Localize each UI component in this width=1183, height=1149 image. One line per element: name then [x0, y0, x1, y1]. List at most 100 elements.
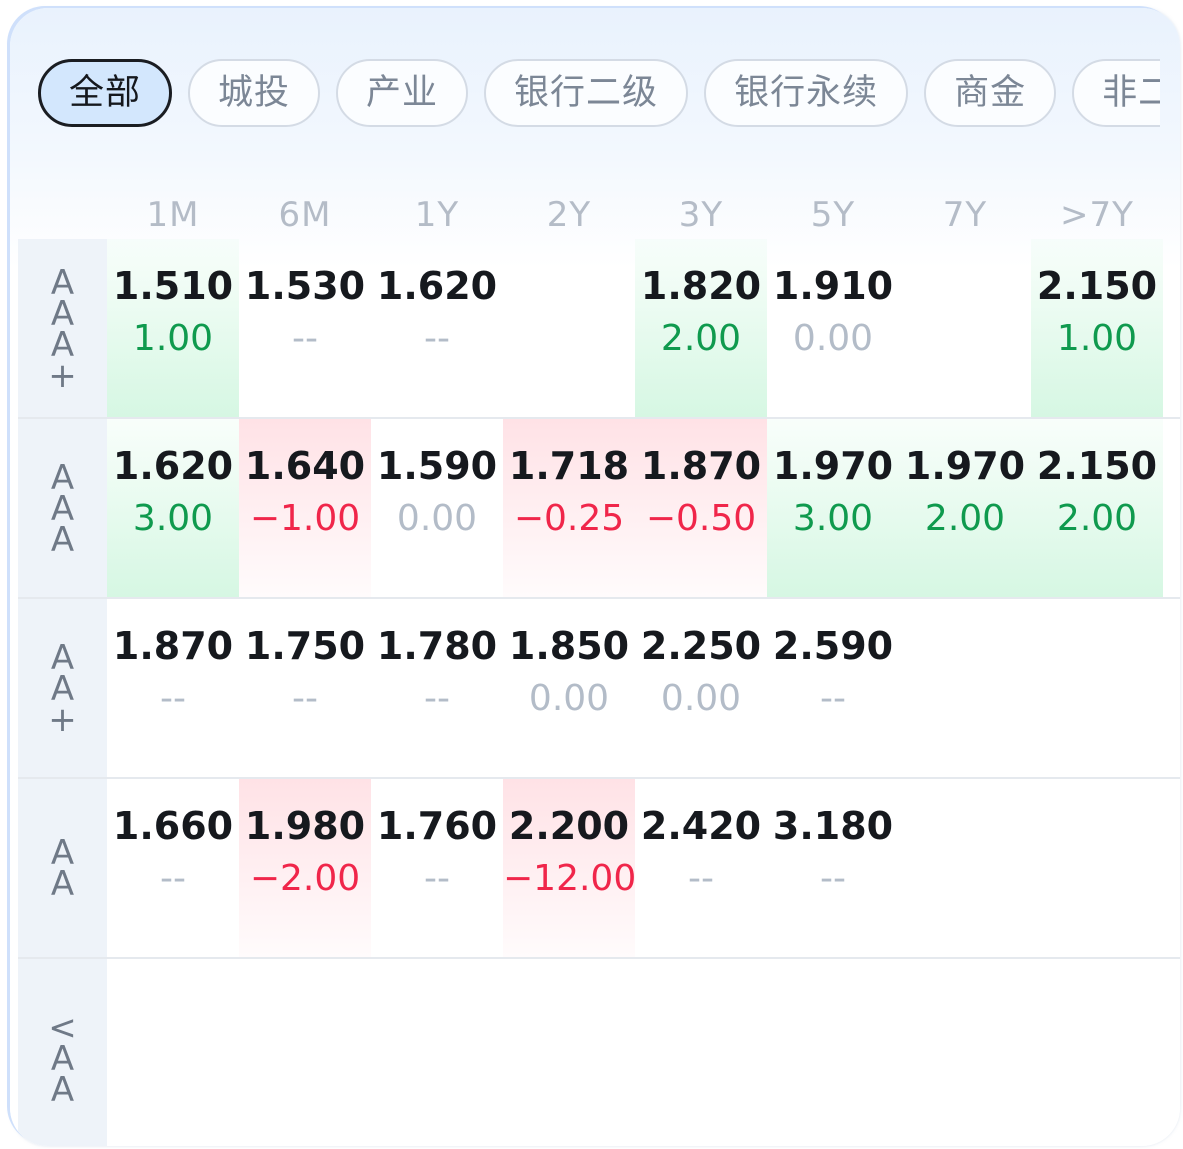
yield-change: 0.00: [396, 498, 478, 539]
tab-5[interactable]: 商金: [924, 59, 1057, 127]
yield-change: 3.00: [132, 498, 214, 539]
yield-cell[interactable]: 1.820 2.00: [635, 239, 767, 417]
column-header[interactable]: 7Y: [899, 195, 1031, 235]
rating-label: AAA: [18, 419, 107, 599]
yield-value: 1.620: [376, 264, 498, 308]
column-header[interactable]: 5Y: [767, 195, 899, 235]
yield-cell[interactable]: 1.620 3.00: [107, 419, 239, 597]
yield-value: 2.420: [640, 804, 762, 848]
yield-change: −12.00: [503, 858, 637, 899]
yield-change: --: [160, 678, 186, 719]
yield-change: --: [292, 678, 318, 719]
yield-cell[interactable]: 1.870 --: [107, 599, 239, 777]
yield-cell[interactable]: 1.980 −2.00: [239, 779, 371, 957]
yield-change: 0.00: [528, 678, 610, 719]
yield-value: 1.820: [640, 264, 762, 308]
yield-change: --: [424, 858, 450, 899]
rating-label: A A +: [18, 599, 107, 779]
yield-value: 1.870: [640, 444, 762, 488]
yield-value: 1.620: [112, 444, 234, 488]
tab-1[interactable]: 城投: [188, 59, 321, 127]
yield-cell[interactable]: 1.780 --: [371, 599, 503, 777]
yield-cell[interactable]: 1.640 −1.00: [239, 419, 371, 597]
yield-cell[interactable]: 1.870 −0.50: [635, 419, 767, 597]
row-divider: [18, 957, 1180, 959]
yield-value: 1.970: [772, 444, 894, 488]
yield-value: 1.530: [244, 264, 366, 308]
yield-value: 1.910: [772, 264, 894, 308]
yield-matrix-card: 全部 城投 产业 银行二级 银行永续 商金 非二 1M 6M 1Y 2Y 3Y 5Y 7Y >7Y A A A +…: [10, 8, 1180, 1146]
yield-value: 3.180: [772, 804, 894, 848]
yield-cell[interactable]: 2.200 −12.00: [503, 779, 637, 957]
rating-label: AA: [18, 779, 107, 959]
yield-change: −1.00: [249, 498, 361, 539]
yield-cell[interactable]: 1.530 --: [239, 239, 371, 417]
yield-cell[interactable]: 1.850 0.00: [503, 599, 635, 777]
yield-value: 1.660: [112, 804, 234, 848]
yield-cell[interactable]: 1.590 0.00: [371, 419, 503, 597]
yield-value: 2.200: [508, 804, 630, 848]
yield-change: 3.00: [792, 498, 874, 539]
yield-value: 1.640: [244, 444, 366, 488]
yield-value: 2.250: [640, 624, 762, 668]
yield-cell[interactable]: 1.970 2.00: [899, 419, 1031, 597]
yield-value: 2.150: [1036, 264, 1158, 308]
yield-change: 2.00: [1056, 498, 1138, 539]
yield-value: 1.780: [376, 624, 498, 668]
yield-change: −2.00: [249, 858, 361, 899]
yield-change: --: [424, 318, 450, 359]
yield-change: −0.25: [513, 498, 625, 539]
yield-cell[interactable]: 2.590 --: [767, 599, 899, 777]
yield-change: −0.50: [645, 498, 757, 539]
yield-value: 1.510: [112, 264, 234, 308]
tab-0[interactable]: 全部: [38, 59, 173, 127]
yield-cell[interactable]: 1.750 --: [239, 599, 371, 777]
yield-cell[interactable]: 1.718 −0.25: [503, 419, 635, 597]
column-header[interactable]: >7Y: [1031, 195, 1163, 235]
yield-cell[interactable]: 1.970 3.00: [767, 419, 899, 597]
tab-2[interactable]: 产业: [336, 59, 469, 127]
column-header[interactable]: 1M: [107, 195, 239, 235]
yield-cell[interactable]: 2.150 1.00: [1031, 239, 1163, 417]
yield-change: --: [820, 678, 846, 719]
yield-cell[interactable]: 3.180 --: [767, 779, 899, 957]
yield-cell[interactable]: 1.660 --: [107, 779, 239, 957]
column-header[interactable]: 1Y: [371, 195, 503, 235]
yield-change: 2.00: [660, 318, 742, 359]
column-header[interactable]: 6M: [239, 195, 371, 235]
yield-change: --: [160, 858, 186, 899]
yield-cell[interactable]: 1.620 --: [371, 239, 503, 417]
rating-char: A: [50, 864, 75, 904]
rating-char: +: [48, 355, 77, 396]
yield-value: 1.718: [508, 444, 630, 488]
yield-value: 1.760: [376, 804, 498, 848]
yield-value: 1.970: [904, 444, 1026, 488]
yield-cell[interactable]: 1.510 1.00: [107, 239, 239, 417]
rating-label: A A A +: [18, 239, 107, 419]
yield-cell[interactable]: 1.760 --: [371, 779, 503, 957]
yield-change: 1.00: [132, 318, 214, 359]
bond-type-tabs: 全部 城投 产业 银行二级 银行永续 商金 非二: [38, 59, 1160, 131]
rating-label: < A A: [18, 959, 107, 1146]
column-header[interactable]: 2Y: [503, 195, 635, 235]
rating-char: A: [50, 519, 75, 560]
yield-value: 1.590: [376, 444, 498, 488]
tab-4[interactable]: 银行永续: [704, 59, 909, 127]
yield-cell[interactable]: 1.910 0.00: [767, 239, 899, 417]
yield-value: 1.850: [508, 624, 630, 668]
yield-change: --: [292, 318, 318, 359]
yield-change: 0.00: [792, 318, 874, 359]
tab-3[interactable]: 银行二级: [484, 59, 689, 127]
yield-value: 2.150: [1036, 444, 1158, 488]
rating-char: +: [48, 700, 77, 740]
yield-cell[interactable]: 2.150 2.00: [1031, 419, 1163, 597]
yield-value: 1.980: [244, 804, 366, 848]
yield-value: 1.750: [244, 624, 366, 668]
tab-6[interactable]: 非二: [1072, 59, 1160, 127]
column-header[interactable]: 3Y: [635, 195, 767, 235]
yield-cell[interactable]: 2.250 0.00: [635, 599, 767, 777]
yield-cell[interactable]: 2.420 --: [635, 779, 767, 957]
yield-change: 1.00: [1056, 318, 1138, 359]
yield-change: --: [688, 858, 714, 899]
yield-value: 2.590: [772, 624, 894, 668]
